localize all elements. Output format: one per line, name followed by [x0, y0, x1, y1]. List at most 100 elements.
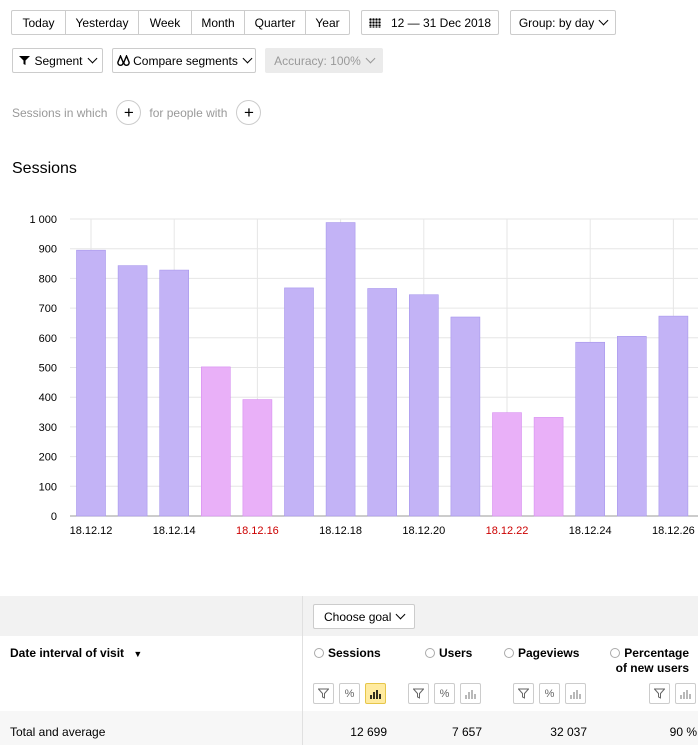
column-header-sessions[interactable]: Sessions: [314, 646, 381, 660]
column-header-new-users[interactable]: Percentage of new users: [609, 646, 689, 675]
total-sessions: 12 699: [350, 725, 387, 739]
column-divider: [302, 711, 303, 745]
filter-button[interactable]: [313, 683, 334, 704]
filter-icon: [19, 56, 31, 65]
period-today-button[interactable]: Today: [12, 11, 66, 34]
y-tick-label: 600: [39, 333, 57, 345]
period-selector: Today Yesterday Week Month Quarter Year: [11, 10, 350, 35]
y-tick-label: 700: [39, 303, 57, 315]
y-tick-label: 200: [39, 452, 57, 464]
y-tick-label: 0: [51, 511, 57, 523]
x-tick-label: 18.12.20: [402, 525, 445, 537]
dimension-header[interactable]: Date interval of visit ▼: [10, 646, 142, 660]
totals-label: Total and average: [10, 725, 106, 739]
chevron-down-icon: [242, 53, 253, 64]
y-tick-label: 300: [39, 422, 57, 434]
compare-segments-dropdown[interactable]: Compare segments: [112, 48, 256, 73]
y-tick-label: 900: [39, 244, 57, 256]
plus-icon: +: [123, 102, 134, 122]
chevron-down-icon: [598, 15, 609, 26]
total-pageviews: 32 037: [550, 725, 587, 739]
bar-18.12.14: [159, 269, 189, 517]
dimension-header-label: Date interval of visit: [10, 646, 125, 660]
period-year-button[interactable]: Year: [306, 11, 349, 34]
add-people-condition-button[interactable]: +: [236, 100, 262, 125]
chart-toggle-button[interactable]: [460, 683, 481, 704]
percent-button[interactable]: %: [339, 683, 360, 704]
segment-label: Segment: [34, 53, 83, 68]
add-session-condition-button[interactable]: +: [116, 100, 142, 125]
radio-icon: [610, 648, 621, 658]
percent-icon: %: [544, 687, 555, 700]
group-by-label: Group: by day: [518, 15, 595, 30]
y-tick-label: 100: [39, 481, 57, 493]
for-people-with-label: for people with: [149, 105, 228, 120]
choose-goal-label: Choose goal: [324, 609, 392, 624]
compare-drops-icon: [117, 54, 130, 66]
total-new-users-pct: 90 %: [669, 725, 697, 739]
percent-icon: %: [439, 687, 450, 700]
filter-button[interactable]: [408, 683, 429, 704]
column-header-pageviews[interactable]: Pageviews: [504, 646, 579, 660]
compare-segments-label: Compare segments: [133, 53, 238, 68]
bar-18.12.18: [325, 222, 356, 517]
segment-builder: Sessions in which + for people with +: [12, 100, 262, 125]
period-yesterday-button[interactable]: Yesterday: [66, 11, 139, 34]
segment-dropdown[interactable]: Segment: [12, 48, 103, 73]
bar-18.12.15: [201, 366, 231, 517]
bar-18.12.21: [450, 316, 481, 517]
percent-icon: %: [344, 687, 355, 700]
column-title: Pageviews: [518, 646, 580, 660]
bar-18.12.12: [76, 249, 106, 517]
chevron-down-icon: [87, 53, 97, 64]
bar-chart-icon: [370, 689, 381, 699]
radio-icon: [314, 648, 324, 658]
bar-18.12.17: [284, 287, 314, 517]
column-title-line2: of new users: [615, 661, 689, 675]
filter-icon: [318, 688, 329, 699]
radio-icon: [504, 648, 514, 658]
bar-chart-icon: [680, 689, 691, 699]
filter-button[interactable]: [649, 683, 670, 704]
accuracy-dropdown[interactable]: Accuracy: 100%: [265, 48, 383, 73]
y-tick-label: 400: [39, 392, 57, 404]
bar-18.12.13: [117, 265, 148, 517]
column-title: Users: [439, 646, 473, 660]
choose-goal-dropdown[interactable]: Choose goal: [313, 604, 416, 629]
percent-button[interactable]: %: [539, 683, 560, 704]
filter-icon: [413, 688, 424, 699]
plus-icon: +: [243, 102, 254, 122]
bar-18.12.22: [492, 412, 522, 517]
chart-toggle-button[interactable]: [365, 683, 386, 704]
sessions-chart: 0 100 200 300 400 500 600 700 800 900 1 000 18.12.1…: [29, 214, 698, 537]
percent-button[interactable]: %: [434, 683, 455, 704]
accuracy-label: Accuracy: 100%: [274, 53, 361, 68]
filter-button[interactable]: [513, 683, 534, 704]
group-by-dropdown[interactable]: Group: by day: [510, 10, 616, 35]
filter-icon: [518, 688, 529, 699]
radio-icon: [425, 648, 435, 658]
sessions-in-which-label: Sessions in which: [12, 105, 108, 120]
column-title: Sessions: [328, 646, 381, 660]
column-header-users[interactable]: Users: [425, 646, 472, 660]
date-range-label: 12 — 31 Dec 2018: [390, 15, 492, 30]
date-range-button[interactable]: 12 — 31 Dec 2018: [361, 10, 499, 35]
x-tick-label: 18.12.18: [319, 525, 362, 537]
filter-icon: [654, 688, 665, 699]
bar-18.12.23: [533, 417, 564, 517]
y-tick-label: 800: [39, 273, 57, 285]
x-tick-label: 18.12.24: [569, 525, 612, 537]
x-tick-label: 18.12.26: [652, 525, 695, 537]
period-week-button[interactable]: Week: [139, 11, 192, 34]
bar-18.12.16: [242, 399, 273, 517]
period-month-button[interactable]: Month: [192, 11, 245, 34]
bar-18.12.19: [367, 288, 398, 517]
chart-toggle-button[interactable]: [565, 683, 586, 704]
period-quarter-button[interactable]: Quarter: [245, 11, 306, 34]
bar-18.12.20: [408, 294, 439, 517]
calendar-icon: [368, 17, 381, 28]
chart-toggle-button[interactable]: [675, 683, 696, 704]
sort-desc-icon: ▼: [133, 649, 143, 659]
bar-chart-icon: [570, 689, 581, 699]
x-tick-label: 18.12.16: [236, 525, 279, 537]
